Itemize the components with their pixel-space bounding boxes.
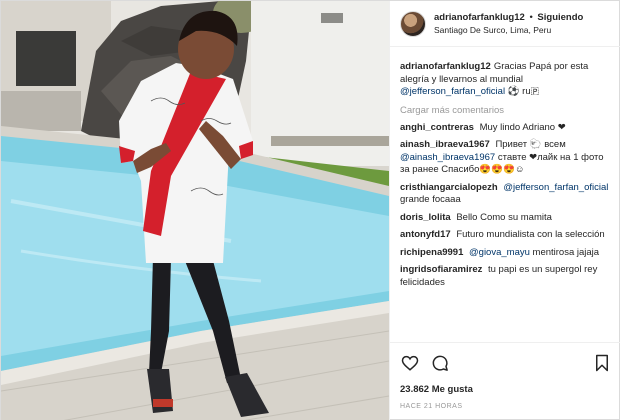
- post-photo[interactable]: [1, 1, 389, 420]
- instagram-post: adrianofarfanklug12 • Siguiendo Santiago…: [0, 0, 620, 420]
- bookmark-icon[interactable]: [592, 353, 612, 373]
- comment-mention[interactable]: @ainash_ibraeva1967: [400, 152, 495, 163]
- header-username[interactable]: adrianofarfanklug12: [434, 12, 525, 23]
- comment-text: Bello Como su mamita: [456, 211, 552, 223]
- comment-username[interactable]: ingridsofiaramirez: [400, 264, 482, 275]
- like-count[interactable]: 23.862 Me gusta: [400, 384, 612, 395]
- action-bar: 23.862 Me gusta HACE 21 HORAS: [390, 342, 620, 410]
- post-timestamp[interactable]: HACE 21 HORAS: [400, 403, 612, 410]
- comment-username[interactable]: doris_lolita: [400, 212, 451, 223]
- comment-username[interactable]: richipena9991: [400, 247, 463, 258]
- caption-emoji: ⚽ ru🇵: [507, 86, 540, 97]
- comment: ingridsofiaramirez tu papi es un supergo…: [400, 264, 611, 289]
- location-link[interactable]: Santiago De Surco, Lima, Peru: [434, 24, 583, 36]
- post-header: adrianofarfanklug12 • Siguiendo Santiago…: [390, 1, 620, 47]
- comment-username[interactable]: ainash_ibraeva1967: [400, 139, 490, 150]
- photo-illustration: [1, 1, 389, 420]
- comment: antonyfd17 Futuro mundialista con la sel…: [400, 229, 611, 242]
- load-more-comments-button[interactable]: Cargar más comentarios: [400, 105, 611, 117]
- caption-username[interactable]: adrianofarfanklug12: [400, 61, 491, 72]
- caption-mention[interactable]: @jefferson_farfan_oficial: [400, 86, 505, 97]
- comment: richipena9991 @giova_mayu mentirosa jaja…: [400, 247, 611, 260]
- comment-text: Muy lindo Adriano ❤: [479, 121, 566, 133]
- comment: ainash_ibraeva1967 Привет 🐑 всем @ainash…: [400, 139, 611, 177]
- comment-text: grande focaaa: [400, 194, 461, 205]
- comment-username[interactable]: cristhiangarcialopezh: [400, 182, 498, 193]
- comment-username[interactable]: anghi_contreras: [400, 122, 474, 133]
- header-text: adrianofarfanklug12 • Siguiendo Santiago…: [434, 12, 583, 36]
- separator-dot: •: [529, 11, 533, 23]
- caption: adrianofarfanklug12 Gracias Papá por esta…: [400, 61, 611, 99]
- comment: doris_lolita Bello Como su mamita: [400, 212, 611, 225]
- action-icons: [400, 352, 612, 374]
- post-sidebar: adrianofarfanklug12 • Siguiendo Santiago…: [389, 1, 620, 420]
- avatar[interactable]: [400, 10, 426, 37]
- comment-text: Futuro mundialista con la selección: [456, 229, 605, 240]
- comment-mention[interactable]: @giova_mayu: [469, 247, 530, 258]
- comment: cristhiangarcialopezh @jefferson_farfan_…: [400, 182, 611, 207]
- comment: anghi_contreras Muy lindo Adriano ❤: [400, 122, 611, 135]
- following-button[interactable]: Siguiendo: [537, 12, 583, 23]
- comment-icon[interactable]: [430, 353, 450, 373]
- comment-text: mentirosa jajaja: [532, 246, 600, 258]
- comment-username[interactable]: antonyfd17: [400, 229, 451, 240]
- heart-icon[interactable]: [400, 353, 420, 373]
- comment-mention[interactable]: @jefferson_farfan_oficial: [503, 182, 608, 193]
- comment-text: Привет 🐑 всем: [495, 139, 566, 150]
- comments-section: adrianofarfanklug12 Gracias Papá por esta…: [390, 47, 620, 342]
- header-top-line: adrianofarfanklug12 • Siguiendo: [434, 12, 583, 24]
